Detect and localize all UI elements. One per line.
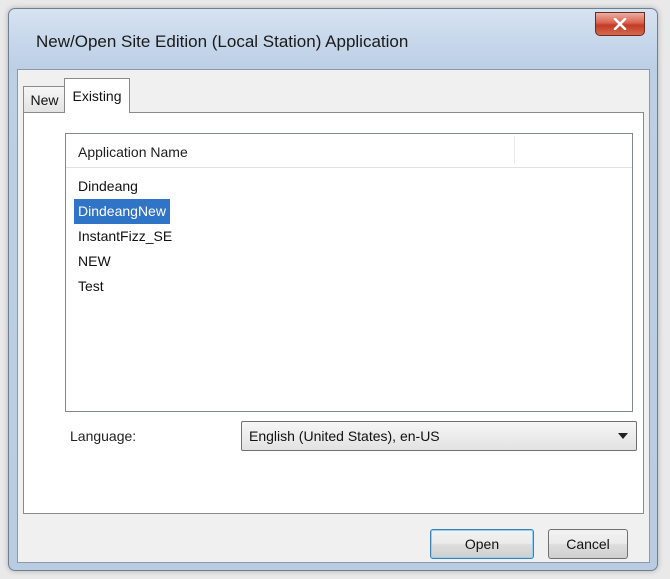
dialog-client-area: New Existing Application Name Dindeang D… <box>17 69 650 563</box>
language-label: Language: <box>70 428 137 444</box>
list-item[interactable]: Dindeang <box>74 174 142 199</box>
list-item[interactable]: NEW <box>74 249 115 274</box>
open-button[interactable]: Open <box>430 529 534 559</box>
list-item[interactable]: InstantFizz_SE <box>74 224 176 249</box>
window-title: New/Open Site Edition (Local Station) Ap… <box>36 32 409 51</box>
close-icon <box>613 18 627 30</box>
list-item-selected[interactable]: DindeangNew <box>74 199 170 224</box>
tab-new-label: New <box>30 91 59 108</box>
dialog-window: New/Open Site Edition (Local Station) Ap… <box>8 8 658 571</box>
application-list[interactable]: Application Name Dindeang DindeangNew In… <box>65 133 633 412</box>
language-select[interactable]: English (United States), en-US <box>241 421 637 451</box>
language-selected-value: English (United States), en-US <box>249 428 440 444</box>
close-button[interactable] <box>595 12 645 36</box>
tab-existing[interactable]: Existing <box>64 78 130 113</box>
list-header: Application Name <box>66 134 632 168</box>
column-divider[interactable] <box>514 136 515 164</box>
list-rows: Dindeang DindeangNew InstantFizz_SE NEW … <box>74 174 176 299</box>
column-header-application-name[interactable]: Application Name <box>78 144 188 160</box>
title-bar[interactable]: New/Open Site Edition (Local Station) Ap… <box>9 9 657 59</box>
tab-existing-label: Existing <box>72 88 122 104</box>
cancel-button[interactable]: Cancel <box>548 529 628 559</box>
chevron-down-icon <box>618 433 628 439</box>
tab-new[interactable]: New <box>23 86 66 112</box>
list-item[interactable]: Test <box>74 274 108 299</box>
